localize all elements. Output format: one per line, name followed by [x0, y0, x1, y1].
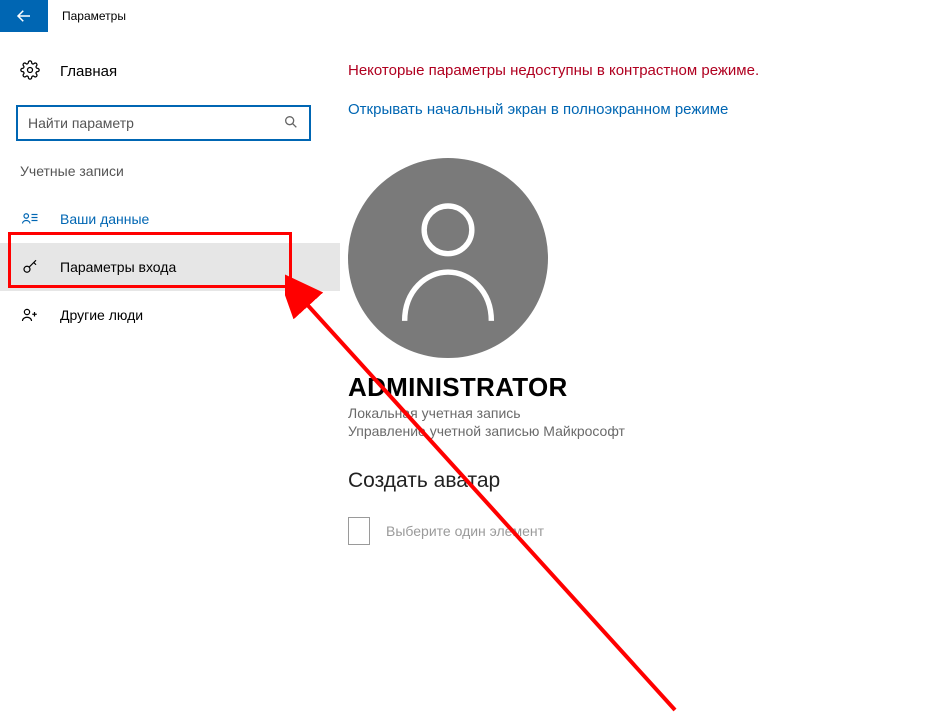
titlebar: Параметры [0, 0, 945, 32]
search-input[interactable] [28, 115, 283, 131]
sidebar-item-signin-options[interactable]: Параметры входа [0, 243, 340, 291]
search-box[interactable] [16, 105, 311, 141]
browse-button[interactable] [348, 517, 370, 545]
avatar [348, 158, 548, 358]
contrast-warning: Некоторые параметры недоступны в контрас… [348, 62, 945, 79]
home-label: Главная [60, 63, 117, 80]
section-label: Учетные записи [0, 159, 340, 195]
account-type-label: Локальная учетная запись [348, 405, 945, 421]
create-avatar-heading: Создать аватар [348, 469, 945, 493]
person-icon [393, 193, 503, 323]
sidebar-item-your-info[interactable]: Ваши данные [0, 195, 340, 243]
picker-hint: Выберите один элемент [386, 523, 544, 539]
sidebar: Главная Учетные записи [0, 32, 340, 723]
sidebar-item-label: Параметры входа [60, 259, 176, 275]
person-card-icon [20, 210, 40, 228]
sidebar-item-label: Ваши данные [60, 211, 149, 227]
window-title: Параметры [48, 9, 126, 23]
gear-icon [20, 60, 40, 83]
main-panel: Некоторые параметры недоступны в контрас… [340, 32, 945, 723]
manage-account-link[interactable]: Управление учетной записью Майкрософт [348, 423, 945, 439]
back-button[interactable] [0, 0, 48, 32]
home-button[interactable]: Главная [0, 52, 340, 91]
user-name: ADMINISTRATOR [348, 372, 945, 403]
sidebar-item-other-users[interactable]: Другие люди [0, 291, 340, 339]
fullscreen-start-link[interactable]: Открывать начальный экран в полноэкранно… [348, 101, 728, 118]
people-icon [20, 306, 40, 324]
sidebar-item-label: Другие люди [60, 307, 143, 323]
arrow-left-icon [15, 7, 33, 25]
key-icon [20, 258, 40, 276]
search-icon [283, 114, 299, 133]
